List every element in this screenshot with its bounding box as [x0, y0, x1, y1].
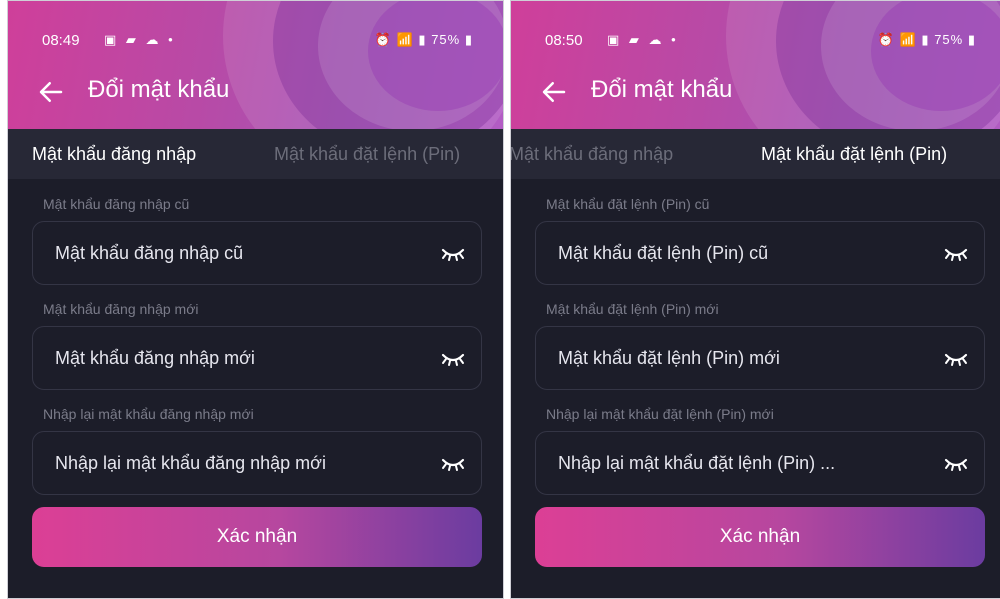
- battery-percent: 75%: [431, 32, 461, 47]
- status-bar: 08:49 ▣ ▰ ☁ • ⏰ 📶 ▮ 75% ▮: [8, 1, 503, 57]
- arrow-left-icon[interactable]: [539, 77, 569, 107]
- page-title: Đổi mật khẩu: [591, 76, 733, 103]
- confirm-button-label: Xác nhận: [216, 526, 298, 547]
- tab-login-password[interactable]: Mật khẩu đăng nhập: [32, 144, 196, 165]
- eye-closed-icon[interactable]: [944, 349, 968, 369]
- arrow-left-icon[interactable]: [36, 77, 66, 107]
- system-status-icons: ⏰ 📶 ▮ 75% ▮: [877, 32, 976, 47]
- old-password-placeholder: Mật khẩu đăng nhập cũ: [55, 243, 244, 263]
- eye-closed-icon[interactable]: [441, 244, 465, 264]
- phone-screen-pin-password: 08:50 ▣ ▰ ☁ • ⏰ 📶 ▮ 75% ▮ Đổi mật khẩu M…: [510, 0, 1000, 599]
- confirm-button[interactable]: Xác nhận: [535, 507, 985, 567]
- old-pin-placeholder: Mật khẩu đặt lệnh (Pin) cũ: [558, 243, 769, 263]
- confirm-button-label: Xác nhận: [719, 526, 801, 547]
- old-pin-field[interactable]: Mật khẩu đặt lệnh (Pin) cũ: [535, 221, 985, 285]
- confirm-password-field[interactable]: Nhập lại mật khẩu đăng nhập mới: [32, 431, 482, 495]
- tab-login-password[interactable]: Mật khẩu đăng nhập: [511, 144, 673, 165]
- confirm-password-label: Nhập lại mật khẩu đăng nhập mới: [43, 406, 254, 422]
- tab-bar: Mật khẩu đăng nhập Mật khẩu đặt lệnh (Pi…: [8, 129, 503, 179]
- phone-screen-login-password: 08:49 ▣ ▰ ☁ • ⏰ 📶 ▮ 75% ▮ Đổi mật khẩu M…: [7, 0, 504, 599]
- confirm-pin-placeholder: Nhập lại mật khẩu đặt lệnh (Pin) ...: [558, 453, 836, 473]
- new-password-label: Mật khẩu đăng nhập mới: [43, 301, 199, 317]
- eye-closed-icon[interactable]: [944, 454, 968, 474]
- confirm-pin-field[interactable]: Nhập lại mật khẩu đặt lệnh (Pin) ...: [535, 431, 985, 495]
- tab-pin-password[interactable]: Mật khẩu đặt lệnh (Pin): [761, 144, 947, 165]
- app-header: 08:50 ▣ ▰ ☁ • ⏰ 📶 ▮ 75% ▮ Đổi mật khẩu: [511, 1, 1000, 129]
- old-password-field[interactable]: Mật khẩu đăng nhập cũ: [32, 221, 482, 285]
- notification-icons: ▣ ▰ ☁ •: [607, 32, 679, 47]
- app-header: 08:49 ▣ ▰ ☁ • ⏰ 📶 ▮ 75% ▮ Đổi mật khẩu: [8, 1, 503, 129]
- notification-icons: ▣ ▰ ☁ •: [104, 32, 176, 47]
- old-pin-label: Mật khẩu đặt lệnh (Pin) cũ: [546, 196, 710, 212]
- confirm-button[interactable]: Xác nhận: [32, 507, 482, 567]
- battery-percent: 75%: [934, 32, 964, 47]
- page-title: Đổi mật khẩu: [88, 76, 230, 103]
- eye-closed-icon[interactable]: [944, 244, 968, 264]
- new-pin-placeholder: Mật khẩu đặt lệnh (Pin) mới: [558, 348, 780, 368]
- tab-pin-password[interactable]: Mật khẩu đặt lệnh (Pin): [274, 144, 460, 165]
- eye-closed-icon[interactable]: [441, 349, 465, 369]
- new-password-placeholder: Mật khẩu đăng nhập mới: [55, 348, 255, 368]
- confirm-password-placeholder: Nhập lại mật khẩu đăng nhập mới: [55, 453, 326, 473]
- status-time: 08:49: [42, 32, 80, 49]
- confirm-pin-label: Nhập lại mật khẩu đặt lệnh (Pin) mới: [546, 406, 774, 422]
- status-bar: 08:50 ▣ ▰ ☁ • ⏰ 📶 ▮ 75% ▮: [511, 1, 1000, 57]
- new-pin-label: Mật khẩu đặt lệnh (Pin) mới: [546, 301, 719, 317]
- tab-bar: Mật khẩu đăng nhập Mật khẩu đặt lệnh (Pi…: [511, 129, 1000, 179]
- old-password-label: Mật khẩu đăng nhập cũ: [43, 196, 190, 212]
- status-time: 08:50: [545, 32, 583, 49]
- system-status-icons: ⏰ 📶 ▮ 75% ▮: [374, 32, 473, 47]
- new-password-field[interactable]: Mật khẩu đăng nhập mới: [32, 326, 482, 390]
- eye-closed-icon[interactable]: [441, 454, 465, 474]
- new-pin-field[interactable]: Mật khẩu đặt lệnh (Pin) mới: [535, 326, 985, 390]
